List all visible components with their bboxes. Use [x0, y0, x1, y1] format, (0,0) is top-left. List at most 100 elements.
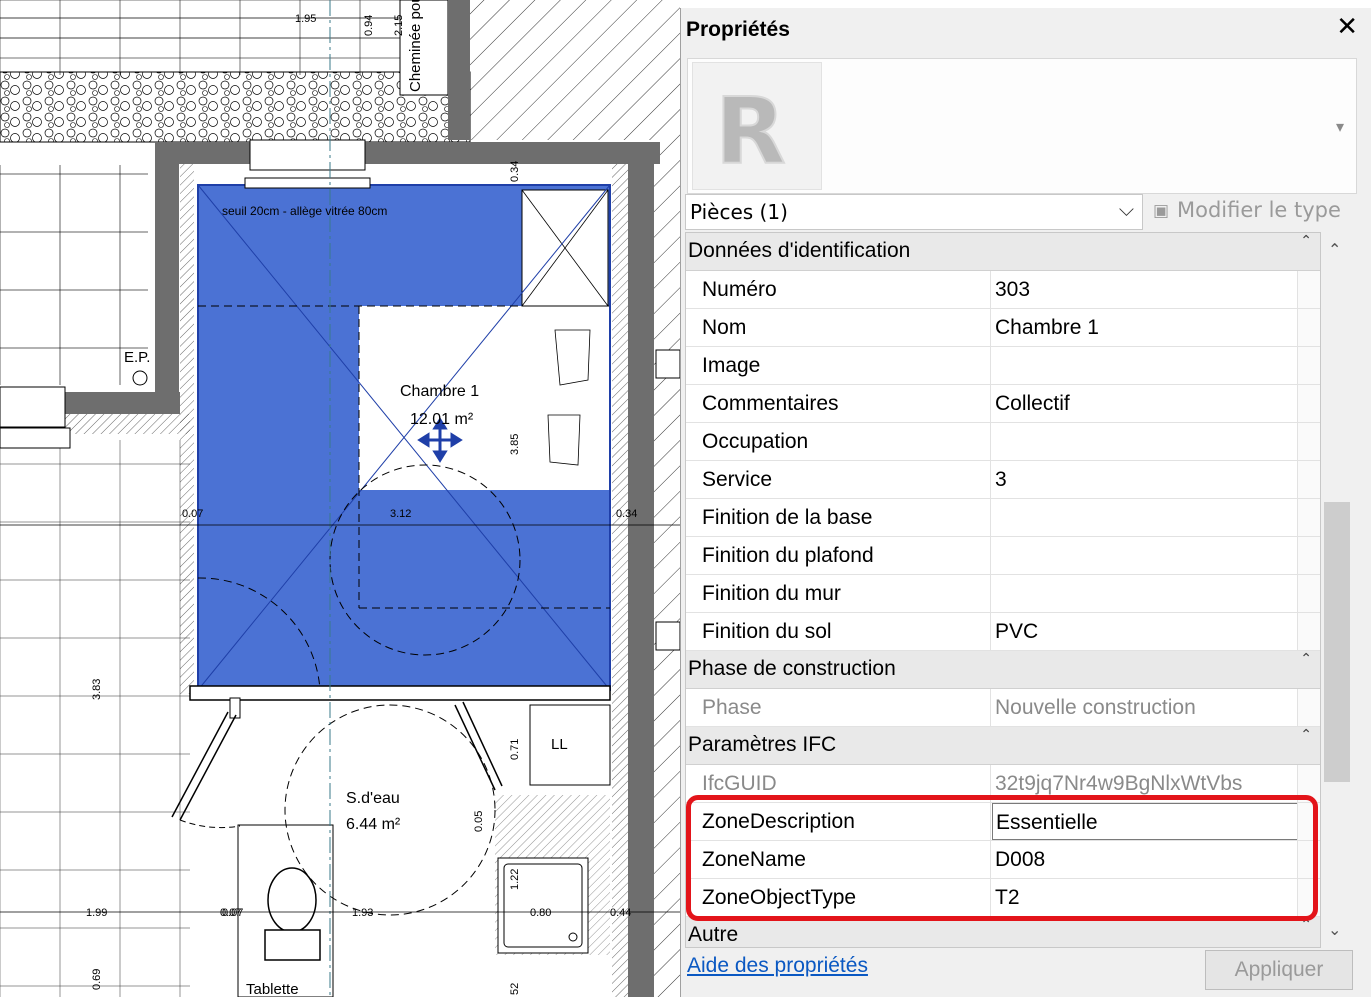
properties-help-link[interactable]: Aide des propriétés — [687, 954, 868, 978]
collapse-icon[interactable]: ⌃ — [1300, 233, 1312, 249]
room2-name-label: S.d'eau — [346, 790, 400, 807]
collapse-icon[interactable]: ⌃ — [1300, 727, 1312, 743]
property-name: Finition de la base — [686, 499, 991, 536]
property-name: Occupation — [686, 423, 991, 460]
dimension-label: 0.05 — [473, 811, 485, 832]
property-value[interactable]: PVC — [992, 613, 1298, 650]
modify-type-button[interactable]: ▣ Modifier le type — [1153, 194, 1353, 230]
dimension-label: 1.93 — [352, 907, 373, 919]
property-name: ZoneDescription — [686, 803, 991, 840]
instance-filter-dropdown[interactable]: Pièces (1) ⌵ — [685, 194, 1143, 230]
property-row: Finition de la base — [686, 499, 1320, 537]
property-value[interactable]: Collectif — [992, 385, 1298, 422]
modify-type-label: Modifier le type — [1177, 198, 1341, 222]
property-group-label: Phase de construction — [688, 657, 896, 680]
property-row: Finition du plafond — [686, 537, 1320, 575]
property-row: Numéro 303 — [686, 271, 1320, 309]
instance-filter-label: Pièces (1) — [690, 200, 788, 224]
property-value[interactable] — [992, 423, 1298, 460]
property-row: Phase Nouvelle construction — [686, 689, 1320, 727]
dimension-label: 0.69 — [91, 969, 103, 990]
properties-grid: Données d'identification ⌃ Numéro 303 Nom Cha… — [685, 232, 1321, 948]
property-group-header[interactable]: Données d'identification ⌃ — [686, 233, 1320, 271]
ll-label: LL — [551, 736, 568, 753]
property-name: ZoneObjectType — [686, 879, 991, 916]
dimension-label: 0.44 — [610, 907, 631, 919]
dimension-label: 0.34 — [616, 508, 637, 520]
panel-header: Propriétés ✕ — [681, 8, 1371, 54]
dimension-label: 3.12 — [390, 508, 411, 520]
value-gutter — [1297, 803, 1320, 840]
property-row: Image — [686, 347, 1320, 385]
dimension-label: 1.95 — [295, 13, 316, 25]
property-value[interactable] — [992, 347, 1298, 384]
scroll-down-icon[interactable]: ⌄ — [1328, 920, 1341, 939]
property-name: Commentaires — [686, 385, 991, 422]
property-value[interactable]: T2 — [992, 879, 1298, 916]
vertical-note: Cheminée pour ventilation de — [407, 0, 424, 92]
value-gutter — [1297, 347, 1320, 384]
properties-scrollbar[interactable]: ⌃ ⌄ — [1322, 232, 1352, 948]
property-value[interactable]: 3 — [992, 461, 1298, 498]
collapse-icon[interactable]: ⌃ — [1300, 917, 1312, 933]
property-name: Phase — [686, 689, 991, 726]
dimension-label: 52 — [509, 983, 521, 995]
property-value: 32t9jq7Nr4w9BgNlxWtVbs — [995, 772, 1243, 795]
property-row: ZoneDescription Essentielle — [686, 803, 1320, 841]
dimension-label: 0.80 — [530, 907, 551, 919]
edit-type-icon: ▣ — [1153, 201, 1170, 221]
chevron-down-icon[interactable]: ▾ — [1336, 117, 1344, 136]
apply-button[interactable]: Appliquer — [1205, 950, 1353, 990]
property-value[interactable]: Essentielle — [992, 803, 1298, 840]
value-gutter — [1297, 309, 1320, 346]
property-row: Commentaires Collectif — [686, 385, 1320, 423]
property-name: IfcGUID — [686, 765, 991, 802]
scrollbar-thumb[interactable] — [1324, 502, 1350, 782]
dimension-label: 3.83 — [91, 679, 103, 700]
room2-area-label: 6.44 m² — [346, 816, 401, 833]
property-group-label: Données d'identification — [688, 239, 911, 262]
floor-plan: Chambre 1 12.01 m² S.d'eau 6.44 m² seuil… — [0, 0, 680, 997]
dimension-label: 0.71 — [509, 739, 521, 760]
ep-label: E.P. — [124, 349, 150, 366]
value-gutter — [1297, 461, 1320, 498]
property-row: ZoneName D008 — [686, 841, 1320, 879]
scroll-up-icon[interactable]: ⌃ — [1328, 240, 1341, 259]
revit-logo-letter: R — [715, 78, 786, 185]
property-group-header[interactable]: Paramètres IFC ⌃ — [686, 727, 1320, 765]
value-gutter — [1297, 271, 1320, 308]
value-gutter — [1297, 879, 1320, 916]
type-selector[interactable]: R ▾ — [687, 58, 1357, 194]
property-name: Numéro — [686, 271, 991, 308]
property-row: Occupation — [686, 423, 1320, 461]
value-gutter — [1297, 765, 1320, 802]
close-icon[interactable]: ✕ — [1336, 12, 1358, 42]
value-gutter — [1297, 537, 1320, 574]
tablette-label: Tablette — [246, 981, 299, 997]
property-group-header[interactable]: Phase de construction ⌃ — [686, 651, 1320, 689]
property-group-label: Autre — [688, 923, 739, 946]
dimension-label: 0.07 — [182, 508, 203, 520]
collapse-icon[interactable]: ⌃ — [1300, 651, 1312, 667]
property-value[interactable]: Chambre 1 — [992, 309, 1298, 346]
property-group-header[interactable]: Autre ⌃ — [686, 917, 1320, 947]
property-row: IfcGUID 32t9jq7Nr4w9BgNlxWtVbs — [686, 765, 1320, 803]
value-gutter — [1297, 841, 1320, 878]
property-name: Service — [686, 461, 991, 498]
property-value[interactable]: D008 — [992, 841, 1298, 878]
property-value[interactable] — [992, 575, 1298, 612]
dimension-label: 1.99 — [86, 907, 107, 919]
property-value[interactable]: 303 — [992, 271, 1298, 308]
room-area-label: 12.01 m² — [410, 411, 474, 428]
property-value: Nouvelle construction — [995, 696, 1196, 719]
room-name-label: Chambre 1 — [400, 383, 479, 400]
value-gutter — [1297, 385, 1320, 422]
drawing-canvas[interactable]: Chambre 1 12.01 m² S.d'eau 6.44 m² seuil… — [0, 0, 680, 997]
dimension-label: 3.85 — [509, 434, 521, 455]
panel-title: Propriétés — [686, 18, 790, 41]
properties-panel: Propriétés ✕ R ▾ Pièces (1) ⌵ ▣ Modifier… — [680, 8, 1371, 997]
property-value[interactable] — [992, 499, 1298, 536]
dimension-label: 0.94 — [363, 15, 375, 36]
property-row: Nom Chambre 1 — [686, 309, 1320, 347]
property-value[interactable] — [992, 537, 1298, 574]
